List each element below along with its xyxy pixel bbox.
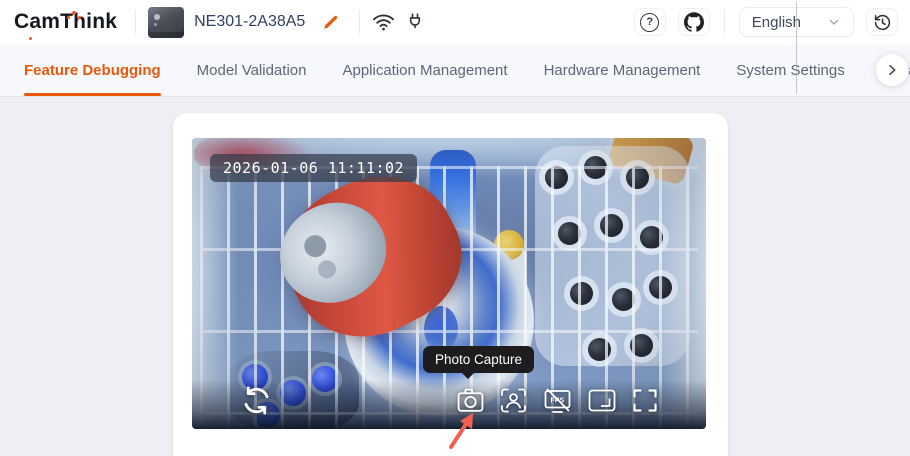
person-scan-icon <box>499 387 528 414</box>
logo-dot <box>29 37 32 40</box>
device-name: NE301-2A38A5 <box>194 13 305 31</box>
tabs-scroll-next-button[interactable] <box>876 54 908 86</box>
help-button[interactable]: ? <box>634 8 666 36</box>
fps-monitor-off-icon: FPS <box>542 387 573 415</box>
annotation-arrow <box>438 401 488 453</box>
refresh-button[interactable] <box>241 385 272 416</box>
pencil-icon <box>322 13 340 31</box>
tab-model-validation[interactable]: Model Validation <box>197 44 307 96</box>
language-label: English <box>752 14 801 31</box>
github-icon <box>684 12 704 32</box>
timestamp-overlay: 2026-01-06 11:11:02 <box>210 154 417 182</box>
device-thumbnail <box>148 7 184 38</box>
header-divider <box>724 10 725 34</box>
logo-dot <box>78 16 81 19</box>
github-button[interactable] <box>678 8 710 36</box>
chevron-down-icon <box>827 15 841 29</box>
help-icon: ? <box>640 13 659 32</box>
tab-application-management[interactable]: Application Management <box>342 44 507 96</box>
logo-text: CamThink <box>14 10 117 33</box>
camthink-logo: CamThink <box>8 10 123 34</box>
wifi-icon <box>372 12 395 32</box>
fullscreen-button[interactable] <box>631 387 659 414</box>
history-button[interactable] <box>866 8 898 36</box>
pip-button[interactable] <box>587 387 617 414</box>
header-divider <box>135 10 136 34</box>
history-icon <box>873 13 892 32</box>
refresh-icon <box>241 385 272 416</box>
fullscreen-icon <box>631 387 659 414</box>
photo-capture-tooltip: Photo Capture <box>423 346 534 373</box>
tab-hardware-management[interactable]: Hardware Management <box>544 44 701 96</box>
header: CamThink NE301-2A38A5 <box>0 0 910 44</box>
tab-feature-debugging[interactable]: Feature Debugging <box>24 44 161 96</box>
logo-dot <box>67 16 70 19</box>
tab-system-settings[interactable]: System Settings <box>736 44 844 96</box>
person-detection-button[interactable] <box>499 387 528 414</box>
picture-in-picture-icon <box>587 387 617 414</box>
tab-bar: Feature Debugging Model Validation Appli… <box>0 44 910 97</box>
chevron-right-icon <box>884 62 900 78</box>
power-plug-icon <box>405 11 425 34</box>
camera-feed: 2026-01-06 11:11:02 Photo Capture <box>192 138 706 429</box>
page: CamThink NE301-2A38A5 <box>0 0 910 456</box>
edit-device-name-button[interactable] <box>315 8 347 36</box>
fps-toggle-button[interactable]: FPS <box>542 387 573 415</box>
header-actions: ? English <box>634 7 898 37</box>
header-divider <box>359 10 360 34</box>
logo-dot <box>72 11 76 15</box>
camera-feed-card: 2026-01-06 11:11:02 Photo Capture <box>173 113 728 456</box>
device-status-icons <box>372 11 425 34</box>
vertical-divider-line <box>796 2 797 94</box>
